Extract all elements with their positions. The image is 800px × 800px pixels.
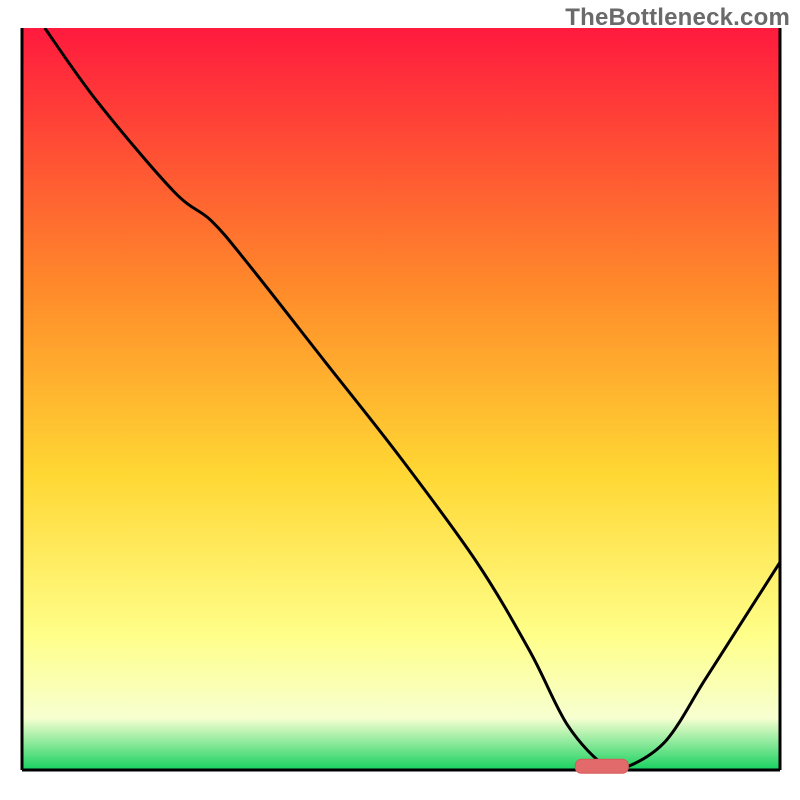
optimal-marker	[575, 759, 628, 773]
gradient-background	[22, 28, 780, 770]
watermark-label: TheBottleneck.com	[565, 4, 790, 32]
chart-svg	[0, 0, 800, 800]
bottleneck-chart: TheBottleneck.com	[0, 0, 800, 800]
